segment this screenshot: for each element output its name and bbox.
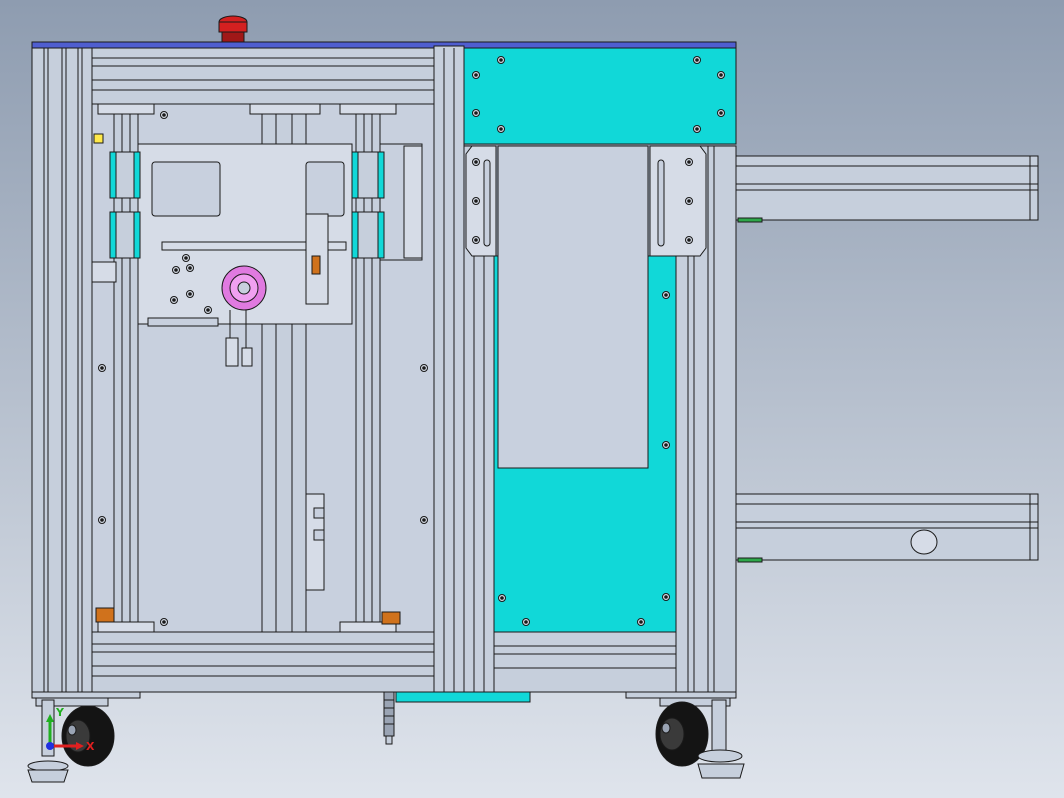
- fastener-hole-center: [695, 127, 699, 131]
- fastener-hole-center: [422, 366, 426, 370]
- outfeed-arm-lower: [735, 493, 1039, 563]
- top-horizontal-profile: [91, 47, 435, 105]
- fastener-hole-center: [499, 127, 503, 131]
- fastener-hole-center: [500, 596, 504, 600]
- fastener-hole-center: [664, 595, 668, 599]
- fastener-hole-center: [188, 266, 192, 270]
- bottom-cyan-bar: [395, 691, 531, 703]
- center-divider-column: [433, 45, 465, 695]
- fastener-hole-center: [100, 366, 104, 370]
- fastener-hole-center: [188, 292, 192, 296]
- bottom-stop-right: [381, 611, 401, 625]
- bottom-stop-left: [95, 607, 115, 623]
- outfeed-arm-upper: [735, 155, 1039, 223]
- center-hood-panel: [497, 145, 649, 469]
- bottom-horizontal-profile: [91, 631, 435, 693]
- fastener-hole-center: [524, 620, 528, 624]
- fastener-hole-center: [719, 73, 723, 77]
- fastener-hole-center: [687, 238, 691, 242]
- fastener-hole-center: [687, 199, 691, 203]
- leveling-foot-center: [383, 691, 395, 745]
- fastener-hole-center: [499, 58, 503, 62]
- fastener-hole-center: [206, 308, 210, 312]
- fastener-hole-center: [172, 298, 176, 302]
- fastener-hole-center: [719, 111, 723, 115]
- status-marker-yellow: [93, 133, 104, 144]
- fastener-hole-center: [100, 518, 104, 522]
- fastener-hole-center: [422, 518, 426, 522]
- fastener-hole-center: [174, 268, 178, 272]
- fastener-hole-center: [162, 620, 166, 624]
- fastener-hole-center: [474, 238, 478, 242]
- fastener-hole-center: [474, 111, 478, 115]
- fastener-hole-center: [639, 620, 643, 624]
- triad-x-label: X: [86, 740, 95, 753]
- fastener-hole-center: [687, 160, 691, 164]
- fastener-hole-center: [474, 160, 478, 164]
- fastener-hole-center: [184, 256, 188, 260]
- fastener-hole-center: [664, 293, 668, 297]
- emergency-stop-button: [218, 15, 248, 43]
- triad-y-label: Y: [55, 706, 65, 719]
- top-rail: [31, 41, 737, 49]
- fastener-hole-center: [474, 73, 478, 77]
- fastener-hole-center: [695, 58, 699, 62]
- fastener-hole-center: [474, 199, 478, 203]
- cad-viewport[interactable]: X Y: [0, 0, 1064, 798]
- fastener-hole-center: [162, 113, 166, 117]
- fastener-hole-center: [664, 443, 668, 447]
